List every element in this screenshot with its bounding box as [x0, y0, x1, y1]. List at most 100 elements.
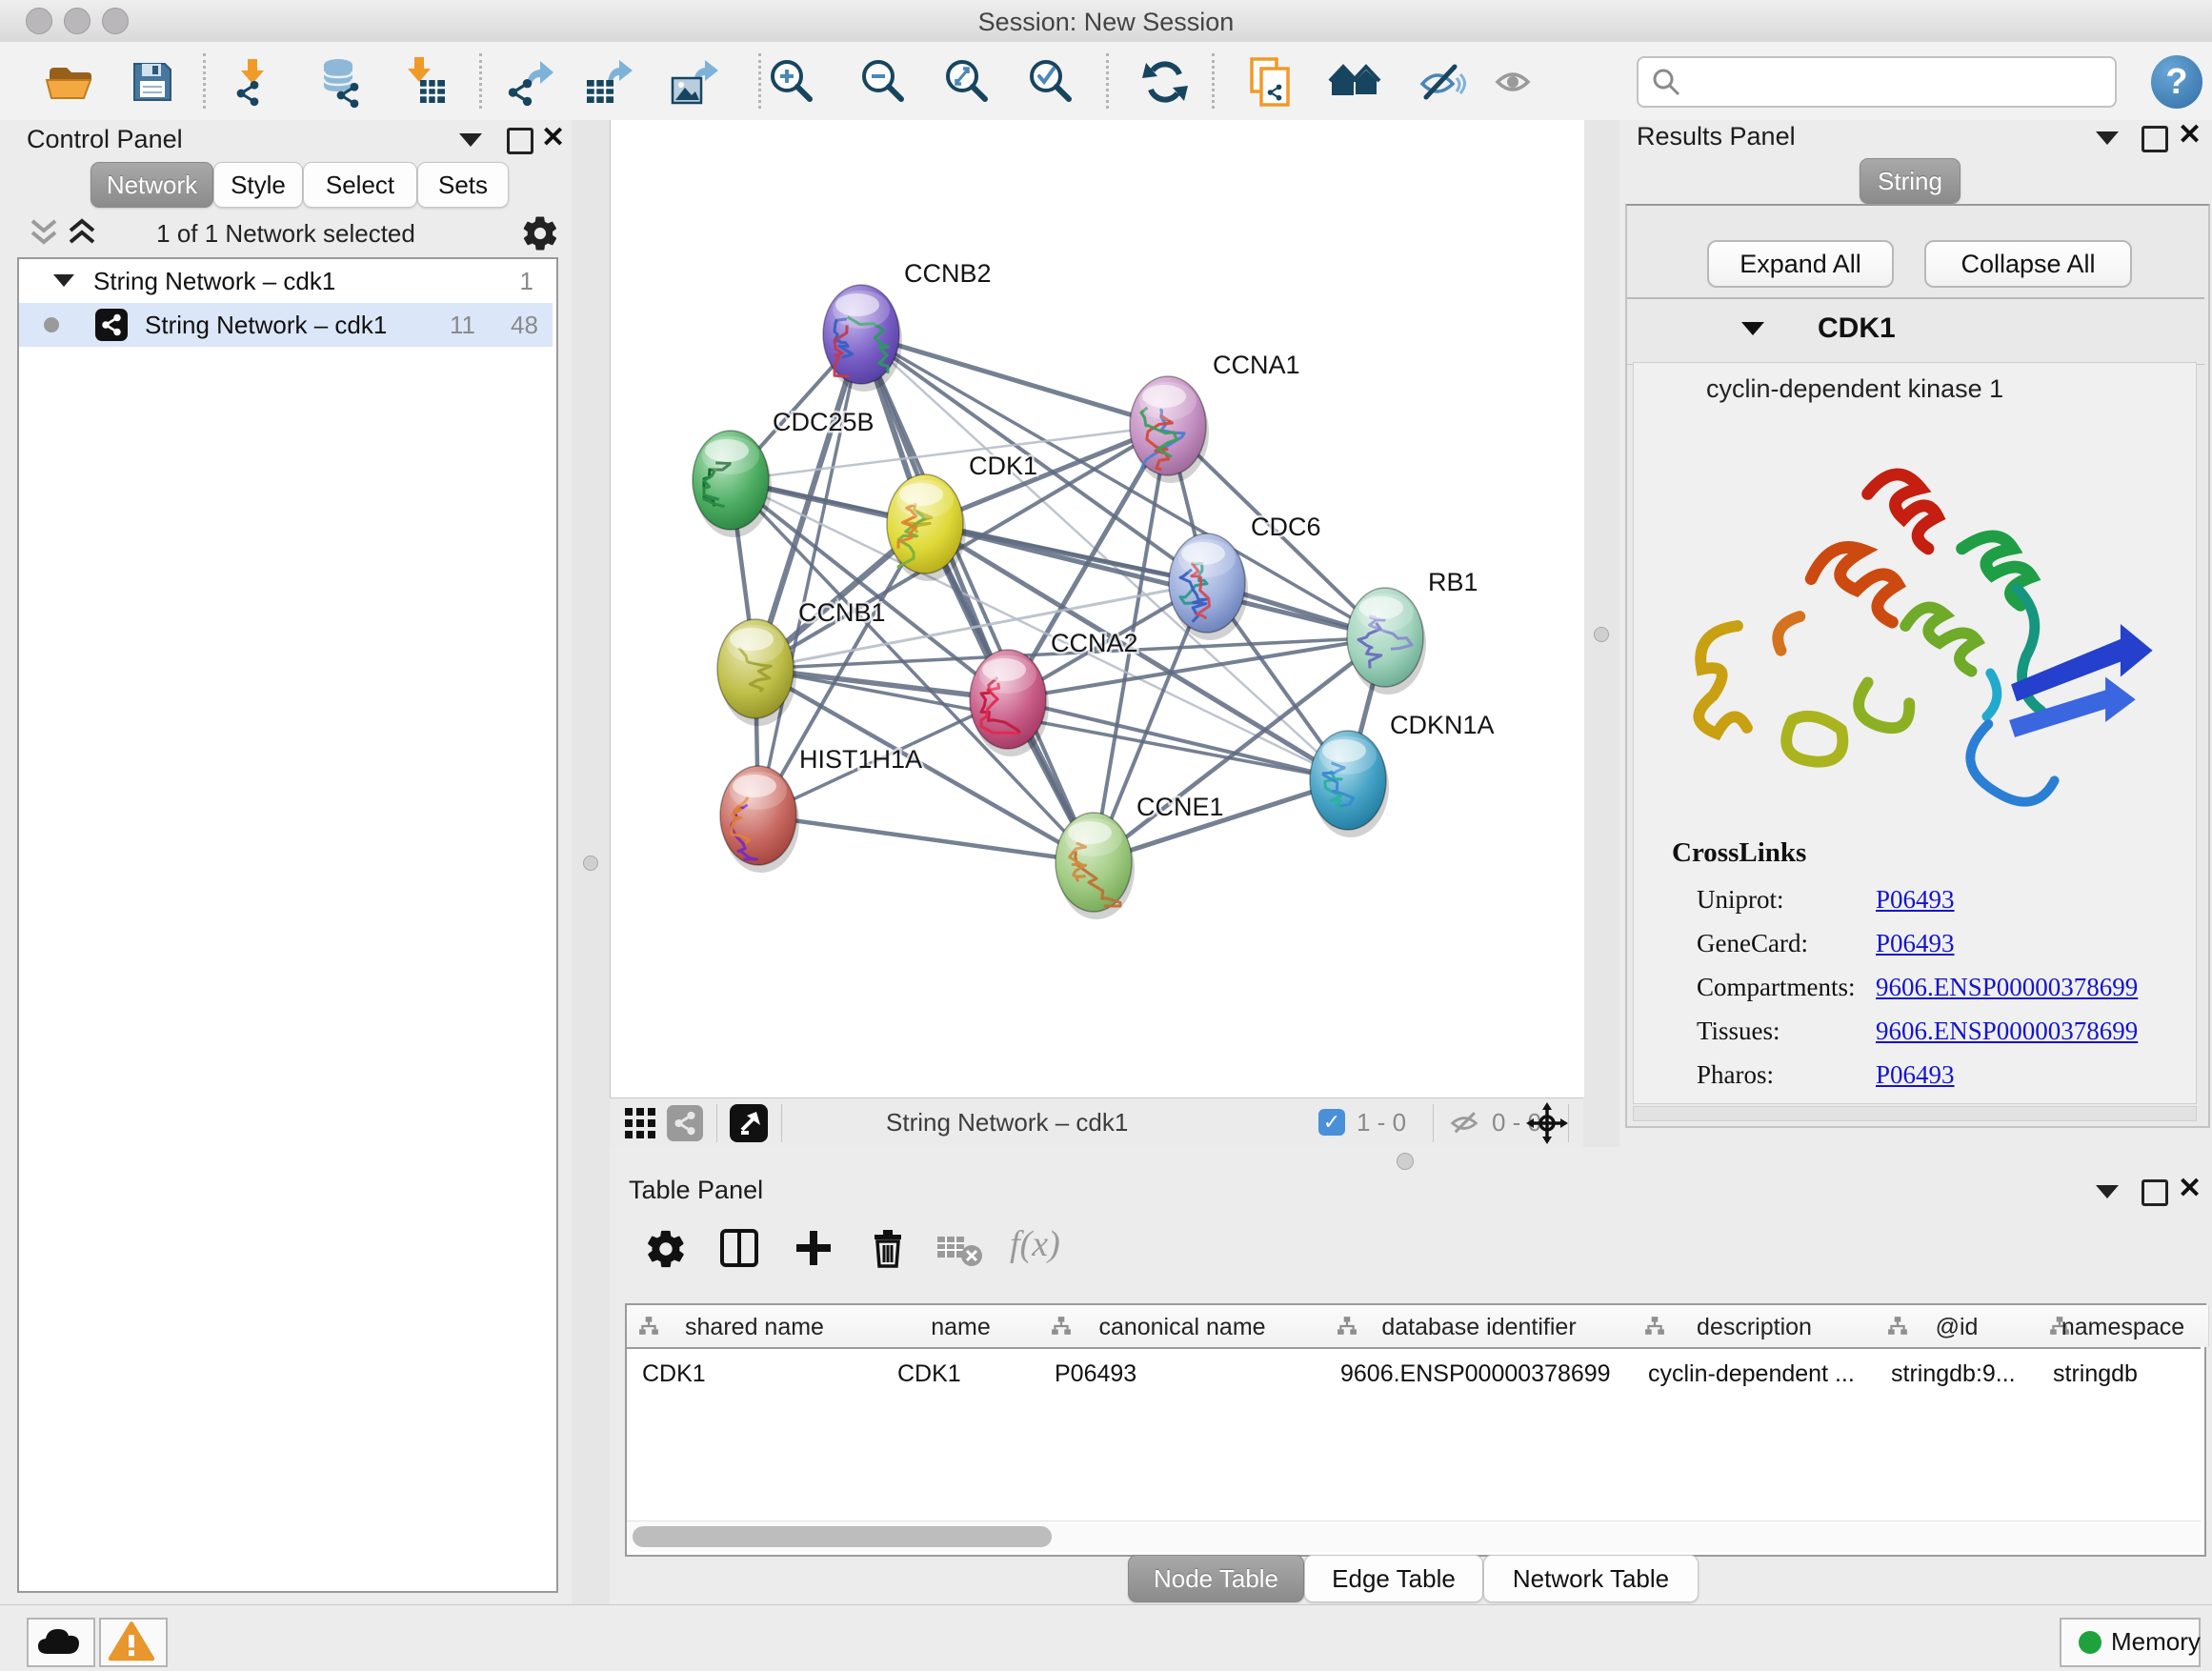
column-header-namespace[interactable]: namespace — [2038, 1305, 2209, 1347]
tab-network[interactable]: Network — [90, 162, 213, 208]
tab-sets[interactable]: Sets — [417, 162, 509, 208]
function-builder-icon[interactable]: f(x) — [1010, 1223, 1060, 1265]
first-neighbors-icon[interactable] — [1328, 55, 1381, 109]
table-splitter-grip[interactable] — [1397, 1153, 1414, 1170]
table-scrollbar-thumb[interactable] — [633, 1526, 1052, 1547]
help-button[interactable]: ? — [2151, 55, 2202, 109]
column-header--id[interactable]: @id — [1876, 1305, 2039, 1347]
table-settings-gear-icon[interactable] — [644, 1227, 688, 1271]
show-all-icon[interactable] — [1486, 55, 1539, 109]
zoom-fit-icon[interactable] — [941, 55, 995, 109]
collapse-all-button[interactable]: Collapse All — [1924, 240, 2132, 288]
collection-expand-icon[interactable] — [53, 274, 74, 287]
left-splitter-grip[interactable] — [583, 856, 598, 871]
gene-section-header[interactable]: CDK1 — [1627, 297, 2204, 365]
open-session-icon[interactable] — [42, 55, 95, 109]
right-splitter[interactable] — [1583, 120, 1619, 1147]
crosslink-link[interactable]: 9606.ENSP00000378699 — [1876, 973, 2138, 1002]
tab-style[interactable]: Style — [213, 162, 303, 208]
birdseye-navigator-icon[interactable] — [1526, 1102, 1568, 1144]
network-canvas[interactable]: CCNB2CCNA1CDC25BCDK1CDC6RB1CCNB1CCNA2CDK… — [610, 120, 1584, 1097]
zoom-in-icon[interactable] — [766, 55, 819, 109]
network-node-CCNB1[interactable] — [717, 619, 796, 726]
table-cell[interactable]: stringdb:9... — [1891, 1360, 2034, 1388]
control-panel-collapse-icon[interactable] — [459, 133, 482, 147]
column-header-database-identifier[interactable]: database identifier — [1325, 1305, 1634, 1347]
left-splitter[interactable] — [572, 120, 610, 1604]
crosslink-link[interactable]: 9606.ENSP00000378699 — [1876, 1017, 2138, 1046]
crosslink-link[interactable]: P06493 — [1876, 929, 1955, 958]
table-panel-collapse-icon[interactable] — [2096, 1185, 2119, 1198]
import-table-icon[interactable] — [397, 55, 451, 109]
column-header-shared-name[interactable]: shared name — [627, 1305, 883, 1347]
gene-section-collapse-icon[interactable] — [1741, 322, 1764, 335]
table-splitter[interactable] — [610, 1147, 2212, 1174]
column-header-canonical-name[interactable]: canonical name — [1039, 1305, 1326, 1347]
network-row[interactable]: String Network – cdk1 11 48 — [19, 303, 553, 347]
show-columns-icon[interactable] — [716, 1225, 762, 1271]
network-node-CDK1[interactable] — [887, 474, 966, 581]
control-panel-float-icon[interactable] — [507, 128, 533, 154]
export-network-icon[interactable] — [504, 55, 557, 109]
export-table-icon[interactable] — [583, 55, 636, 109]
column-header-name[interactable]: name — [882, 1305, 1040, 1347]
zoom-out-icon[interactable] — [857, 55, 911, 109]
network-node-HIST1H1A[interactable] — [720, 766, 799, 873]
network-edge[interactable] — [861, 334, 1168, 426]
network-graph[interactable]: CCNB2CCNA1CDC25BCDK1CDC6RB1CCNB1CCNA2CDK… — [611, 120, 1584, 1097]
export-image-icon[interactable] — [669, 55, 722, 109]
crosslink-link[interactable]: P06493 — [1876, 885, 1955, 915]
search-field[interactable] — [1637, 56, 2117, 108]
table-cell[interactable]: CDK1 — [897, 1360, 1036, 1388]
tab-string[interactable]: String — [1860, 158, 1961, 204]
save-session-icon[interactable] — [126, 55, 179, 109]
table-cell[interactable]: CDK1 — [642, 1360, 878, 1388]
cloud-button[interactable] — [27, 1618, 95, 1667]
network-node-CDKN1A[interactable] — [1310, 731, 1389, 837]
network-edge[interactable] — [861, 334, 1094, 862]
right-splitter-grip[interactable] — [1594, 627, 1609, 642]
crosslink-link[interactable]: P06493 — [1876, 1060, 1955, 1090]
expand-all-button[interactable]: Expand All — [1707, 240, 1894, 288]
add-column-icon[interactable] — [791, 1225, 836, 1271]
results-panel-float-icon[interactable] — [2142, 126, 2168, 152]
network-collection-row[interactable]: String Network – cdk1 1 — [19, 259, 553, 303]
delete-table-icon[interactable] — [935, 1229, 985, 1269]
table-cell[interactable]: cyclin-dependent ... — [1648, 1360, 1872, 1388]
tab-node-table[interactable]: Node Table — [1128, 1555, 1304, 1602]
network-node-CCNE1[interactable] — [1056, 813, 1135, 919]
search-input[interactable] — [1690, 62, 2103, 100]
detach-view-icon[interactable] — [730, 1104, 768, 1142]
table-panel-float-icon[interactable] — [2142, 1179, 2168, 1206]
network-edge[interactable] — [758, 334, 861, 815]
tab-network-table[interactable]: Network Table — [1483, 1555, 1699, 1602]
control-panel-close-icon[interactable]: ✕ — [541, 125, 565, 151]
tab-edge-table[interactable]: Edge Table — [1304, 1555, 1483, 1602]
network-node-CCNA1[interactable] — [1130, 376, 1209, 483]
table-cell[interactable]: stringdb — [2053, 1360, 2204, 1388]
network-view-share-icon[interactable] — [667, 1105, 703, 1141]
import-network-icon[interactable] — [225, 55, 278, 109]
results-scrollbar-track[interactable] — [1633, 1106, 2197, 1121]
network-node-CCNA2[interactable] — [970, 650, 1049, 756]
selected-count-checkbox[interactable]: ✓ — [1318, 1109, 1345, 1136]
table-row[interactable]: CDK1 CDK1 P06493 9606.ENSP00000378699 cyclin… — [627, 1349, 2201, 1391]
network-options-gear-icon[interactable] — [520, 213, 560, 253]
network-node-CCNB2[interactable] — [823, 285, 902, 392]
network-node-RB1[interactable] — [1347, 588, 1426, 695]
column-header-description[interactable]: description — [1633, 1305, 1877, 1347]
zoom-selected-icon[interactable] — [1025, 55, 1078, 109]
network-edge[interactable] — [758, 815, 1094, 862]
table-horizontal-scrollbar[interactable] — [627, 1520, 2201, 1552]
warning-button[interactable] — [99, 1618, 168, 1667]
grid-view-icon[interactable] — [623, 1106, 657, 1140]
delete-column-trash-icon[interactable] — [865, 1225, 911, 1271]
results-panel-close-icon[interactable]: ✕ — [2178, 122, 2202, 149]
table-cell[interactable]: P06493 — [1055, 1360, 1321, 1388]
results-panel-collapse-icon[interactable] — [2096, 131, 2119, 145]
import-network-from-database-icon[interactable] — [313, 55, 367, 109]
refresh-icon[interactable] — [1138, 55, 1192, 109]
memory-button[interactable]: Memory — [2060, 1618, 2201, 1667]
table-cell[interactable]: 9606.ENSP00000378699 — [1340, 1360, 1629, 1388]
table-panel-close-icon[interactable]: ✕ — [2178, 1176, 2202, 1202]
